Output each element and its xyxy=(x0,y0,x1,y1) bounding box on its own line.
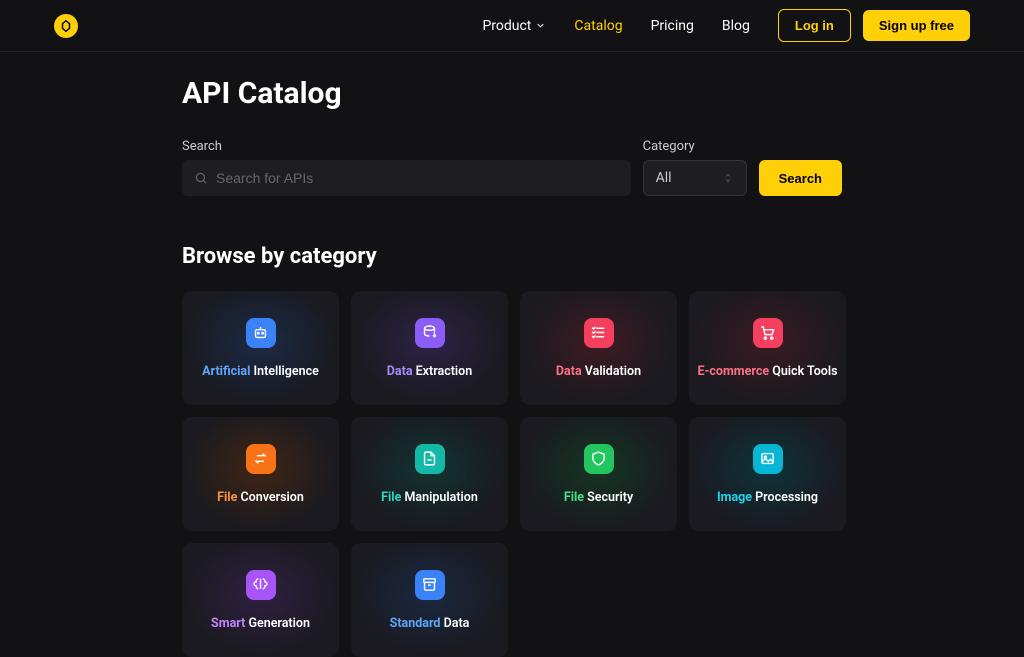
search-icon xyxy=(194,171,208,185)
nav-product[interactable]: Product xyxy=(482,18,546,34)
category-select[interactable]: All xyxy=(643,160,747,196)
category-label: Smart Generation xyxy=(211,616,310,631)
category-card-e-commerce[interactable]: E-commerce Quick Tools xyxy=(689,291,846,405)
category-label: E-commerce Quick Tools xyxy=(697,364,837,379)
archive-icon xyxy=(415,570,445,600)
nav-pricing[interactable]: Pricing xyxy=(651,18,694,34)
category-card-artificial[interactable]: Artificial Intelligence xyxy=(182,291,339,405)
category-label: File Manipulation xyxy=(381,490,478,505)
category-label: File Conversion xyxy=(217,490,304,505)
browse-heading: Browse by category xyxy=(182,244,842,269)
signup-button[interactable]: Sign up free xyxy=(863,10,970,41)
nav-blog[interactable]: Blog xyxy=(722,18,750,34)
category-card-image[interactable]: Image Processing xyxy=(689,417,846,531)
category-card-file[interactable]: File Security xyxy=(520,417,677,531)
bot-icon xyxy=(246,318,276,348)
file-edit-icon xyxy=(415,444,445,474)
category-label: File Security xyxy=(564,490,633,505)
checklist-icon xyxy=(584,318,614,348)
search-label: Search xyxy=(182,139,631,154)
db-export-icon xyxy=(415,318,445,348)
image-icon xyxy=(753,444,783,474)
nav-product-label: Product xyxy=(482,18,531,34)
category-label: Data Extraction xyxy=(387,364,472,379)
cart-icon xyxy=(753,318,783,348)
swap-icon xyxy=(246,444,276,474)
shield-icon xyxy=(584,444,614,474)
category-label: Standard Data xyxy=(390,616,470,631)
category-card-file[interactable]: File Conversion xyxy=(182,417,339,531)
login-button[interactable]: Log in xyxy=(778,9,851,42)
category-label: Image Processing xyxy=(717,490,818,505)
search-button[interactable]: Search xyxy=(759,160,842,196)
nav-catalog[interactable]: Catalog xyxy=(574,18,622,34)
brain-icon xyxy=(246,570,276,600)
category-card-data[interactable]: Data Validation xyxy=(520,291,677,405)
category-label: Artificial Intelligence xyxy=(202,364,319,379)
logo[interactable] xyxy=(54,14,78,38)
page-title: API Catalog xyxy=(182,76,842,111)
category-label: Category xyxy=(643,139,747,154)
category-value: All xyxy=(656,170,672,186)
category-card-data[interactable]: Data Extraction xyxy=(351,291,508,405)
category-card-file[interactable]: File Manipulation xyxy=(351,417,508,531)
search-input[interactable] xyxy=(194,170,619,186)
select-arrows-icon xyxy=(722,172,734,184)
chevron-down-icon xyxy=(535,20,546,31)
category-label: Data Validation xyxy=(556,364,641,379)
